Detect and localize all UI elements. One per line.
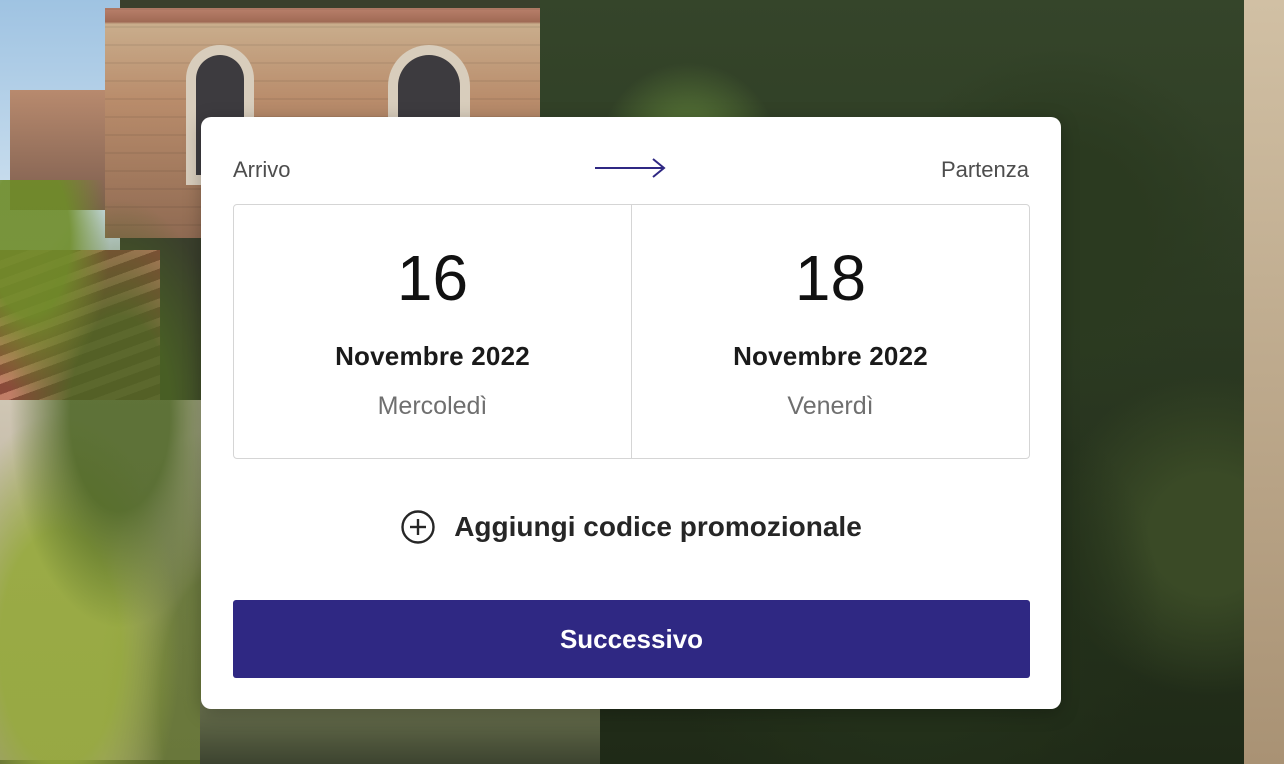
checkout-day: 18 xyxy=(794,242,867,314)
arrow-right-icon xyxy=(595,158,666,178)
departure-label: Partenza xyxy=(940,157,1029,182)
date-range-selector: 16 Novembre 2022 Mercoledì 18 Novembre 2… xyxy=(233,204,1030,459)
arrival-label: Arrivo xyxy=(233,157,291,182)
checkin-month-year: Novembre 2022 xyxy=(335,341,530,371)
checkin-day: 16 xyxy=(396,242,469,314)
checkout-month-year: Novembre 2022 xyxy=(733,341,928,371)
checkin-date[interactable]: 16 Novembre 2022 Mercoledì xyxy=(234,205,631,458)
checkout-weekday: Venerdì xyxy=(787,392,874,420)
checkin-weekday: Mercoledì xyxy=(377,392,488,420)
plus-circle-icon xyxy=(401,510,435,544)
promo-label: Aggiungi codice promozionale xyxy=(454,511,862,542)
add-promo-code-link[interactable]: Aggiungi codice promozionale xyxy=(201,507,1061,547)
booking-card: Arrivo Partenza 16 Novembre 2022 Mercole… xyxy=(201,117,1061,709)
next-button[interactable]: Successivo xyxy=(233,600,1030,678)
checkout-date[interactable]: 18 Novembre 2022 Venerdì xyxy=(631,205,1029,458)
